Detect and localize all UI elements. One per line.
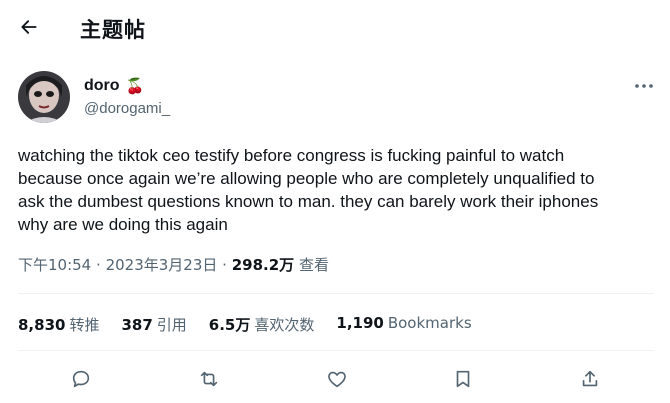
bookmarks-count: 1,190 xyxy=(336,314,384,332)
quotes-label: 引用 xyxy=(156,316,187,334)
likes-stat[interactable]: 6.5万 喜欢次数 xyxy=(209,314,315,335)
bookmark-button[interactable] xyxy=(446,362,480,396)
author-name[interactable]: doro 🍒 xyxy=(84,77,144,95)
bookmark-icon xyxy=(456,370,470,388)
reply-button[interactable] xyxy=(64,362,98,396)
action-bar xyxy=(0,362,670,396)
tweet-text: watching the tiktok ceo testify before c… xyxy=(18,146,599,234)
author-name-text: doro xyxy=(84,77,120,94)
back-button[interactable] xyxy=(12,10,46,44)
top-bar: 主题帖 xyxy=(0,0,670,56)
likes-label: 喜欢次数 xyxy=(254,316,315,334)
more-options-button[interactable] xyxy=(628,74,660,98)
views-count: 298.2万 xyxy=(231,256,295,274)
quotes-stat[interactable]: 387 引用 xyxy=(121,314,186,335)
tweet-stats: 8,830 转推 387 引用 6.5万 喜欢次数 1,190 Bookmarks xyxy=(18,314,472,335)
meta-separator: · xyxy=(222,256,232,274)
divider xyxy=(18,293,654,294)
likes-count: 6.5万 xyxy=(208,316,251,334)
retweets-label: 转推 xyxy=(69,316,100,334)
tweet-time[interactable]: 下午10:54 xyxy=(18,256,91,274)
bookmarks-stat[interactable]: 1,190 Bookmarks xyxy=(336,314,471,335)
retweets-stat[interactable]: 8,830 转推 xyxy=(18,314,99,335)
bookmarks-label: Bookmarks xyxy=(387,314,472,332)
tweet-meta: 下午10:54 · 2023年3月23日 · 298.2万 查看 xyxy=(18,254,329,275)
like-button[interactable] xyxy=(320,362,354,396)
more-dots-icon xyxy=(635,84,653,88)
avatar[interactable] xyxy=(18,71,70,123)
back-arrow-icon xyxy=(21,20,37,34)
divider xyxy=(18,350,654,351)
cherry-icon: 🍒 xyxy=(125,78,145,95)
author-handle[interactable]: @dorogami_ xyxy=(84,100,170,117)
quotes-count: 387 xyxy=(121,316,153,334)
reply-icon xyxy=(72,370,90,388)
retweet-button[interactable] xyxy=(192,362,226,396)
heart-icon xyxy=(328,371,346,388)
tweet-date[interactable]: 2023年3月23日 xyxy=(106,256,218,274)
views-label: 查看 xyxy=(298,256,329,274)
share-button[interactable] xyxy=(573,362,607,396)
share-icon xyxy=(582,370,598,387)
meta-separator: · xyxy=(96,256,106,274)
page-title: 主题帖 xyxy=(80,18,146,42)
retweet-icon xyxy=(200,371,218,387)
retweets-count: 8,830 xyxy=(18,316,66,334)
